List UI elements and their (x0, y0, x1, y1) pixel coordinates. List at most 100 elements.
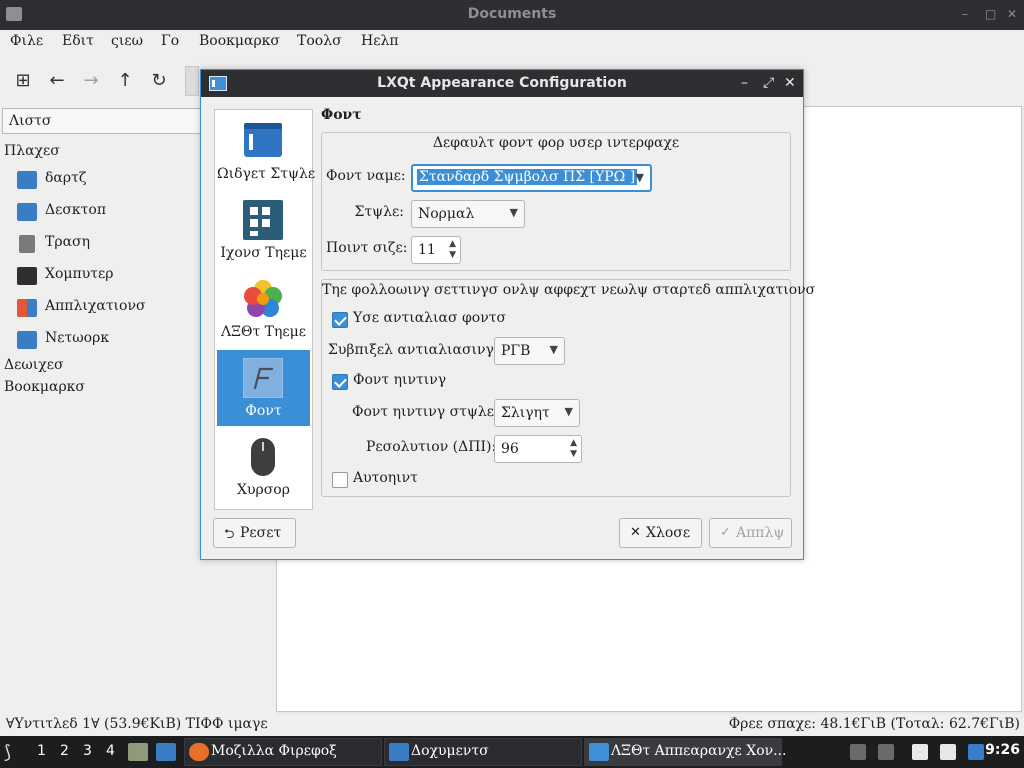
task-documents[interactable]: Δοχυμεντσ (384, 738, 582, 766)
menu-edit[interactable]: Εδιτ (62, 33, 94, 49)
hinting-label: Φοντ ηιντινγ (353, 372, 447, 388)
show-desktop-icon[interactable] (128, 743, 148, 761)
minimize-icon[interactable]: – (962, 8, 972, 20)
menu-file[interactable]: Φιλε (10, 33, 43, 49)
page-title: Φοντ (321, 107, 362, 123)
file-manager-titlebar: Documents – □ ✕ (0, 0, 1024, 30)
dialog-title: LXQt Appearance Configuration (377, 75, 627, 91)
hinting-checkbox[interactable] (332, 374, 348, 390)
nav-label: Ιχονσ Τηεμε (220, 245, 307, 261)
close-icon[interactable]: ✕ (1007, 8, 1017, 20)
antialias-label: Υσε αντιαλιασ φοντσ (353, 310, 507, 326)
reload-icon[interactable]: ↻ (148, 70, 170, 92)
task-label: ΛΞΘτ Αππεαρανχε Χον... (611, 743, 787, 759)
close-icon[interactable]: ✕ (784, 75, 796, 91)
volume-icon[interactable] (878, 744, 894, 760)
subpixel-label: Συβπιξελ αντιαλιασινγ: (328, 342, 499, 358)
group-title: Τηε φολλοωινγ σεττινγσ ονλψ αφφεχτ νεωλψ… (322, 282, 816, 298)
font-name-select[interactable]: Στανδαρδ Σψμβολσ ΠΣ [ΥΡΩ ] ▼ (411, 164, 652, 192)
minimize-icon[interactable]: – (741, 75, 748, 91)
antialias-checkbox[interactable] (332, 312, 348, 328)
taskbar: ⟆ 1 2 3 4 Μοζιλλα Φιρεφοξ Δοχυμεντσ ΛΞΘτ… (0, 736, 1024, 768)
close-icon: ✕ (630, 525, 641, 540)
nav-label: Χυρσορ (237, 482, 290, 498)
view-mode-toggle[interactable] (185, 66, 199, 96)
nav-cursor[interactable]: Χυρσορ (217, 429, 310, 505)
up-arrow-icon[interactable]: ↑ (114, 70, 136, 92)
font-style-select[interactable]: Νορμαλ ▼ (411, 200, 525, 228)
point-size-spinbox[interactable]: 11 ▲ ▼ (411, 236, 461, 264)
desktop-2[interactable]: 2 (60, 743, 69, 759)
desktop-3[interactable]: 3 (83, 743, 92, 759)
back-arrow-icon[interactable]: ← (46, 70, 68, 92)
desktop-1[interactable]: 1 (37, 743, 46, 759)
nav-label: Φοντ (245, 403, 282, 419)
nav-widget-style[interactable]: Ωιδγετ Στψλε (217, 113, 316, 189)
devices-header: Δεωιχεσ (4, 357, 64, 373)
folder-icon (389, 743, 409, 761)
place-label: Τραση (45, 234, 90, 250)
subpixel-select[interactable]: ΡΓΒ ▼ (494, 337, 565, 365)
nav-icons-theme[interactable]: Ιχονσ Τηεμε (217, 192, 310, 268)
status-free-space: Φρεε σπαχε: 48.1€ΓιΒ (Τοταλ: 62.7€ΓιΒ) (728, 716, 1020, 732)
spin-up-icon[interactable]: ▲ (449, 239, 456, 249)
font-name-label: Φοντ ναμε: (326, 168, 406, 184)
spin-up-icon[interactable]: ▲ (570, 438, 577, 448)
autohint-checkbox[interactable] (332, 472, 348, 488)
task-firefox[interactable]: Μοζιλλα Φιρεφοξ (184, 738, 382, 766)
place-label: Δεσκτοπ (45, 202, 107, 218)
side-pane-mode-select[interactable]: Λιστσ (2, 108, 208, 134)
notification-icon[interactable] (940, 744, 956, 760)
place-label: Χομπυτερ (45, 266, 114, 282)
update-tray-icon[interactable] (968, 744, 984, 760)
applications-icon (17, 299, 37, 317)
clock[interactable]: 9:26 (985, 742, 1020, 758)
forward-arrow-icon[interactable]: → (80, 70, 102, 92)
menu-help[interactable]: Ηελπ (361, 33, 399, 49)
nav-label: ΛΞΘτ Τηεμε (221, 324, 306, 340)
widget-style-icon (244, 123, 282, 157)
resolution-spinbox[interactable]: 96 ▲ ▼ (494, 435, 582, 463)
start-menu-icon[interactable]: ⟆ (4, 742, 11, 763)
home-folder-icon (17, 171, 37, 189)
firefox-icon (189, 743, 209, 761)
window-title: Documents (467, 6, 557, 22)
apply-button[interactable]: ✓ Αππλψ (709, 518, 792, 548)
spin-down-icon[interactable]: ▼ (570, 449, 577, 459)
reset-button[interactable]: ⮌ Ρεσετ (213, 518, 296, 548)
status-selection: ∀Υντιτλεδ 1∀ (53.9€ΚιΒ) ΤΙΦΦ ιμαγε (6, 716, 268, 732)
menu-view[interactable]: ςιεω (111, 33, 143, 49)
check-icon: ✓ (720, 525, 731, 540)
menu-bookmarks[interactable]: Βοοκμαρκσ (199, 33, 280, 49)
close-button[interactable]: ✕ Χλοσε (619, 518, 702, 548)
desktop-4[interactable]: 4 (106, 743, 115, 759)
task-appearance[interactable]: ΛΞΘτ Αππεαρανχε Χον... (584, 738, 787, 766)
notes-tray-icon[interactable] (912, 744, 928, 760)
task-label: Μοζιλλα Φιρεφοξ (211, 743, 337, 759)
appearance-icon (589, 743, 609, 761)
nav-lxqt-theme[interactable]: ΛΞΘτ Τηεμε (217, 271, 310, 347)
maximize-icon[interactable]: ⤢ (763, 75, 774, 91)
network-icon (17, 331, 37, 349)
menu-go[interactable]: Γο (161, 33, 179, 49)
cursor-icon (251, 438, 275, 476)
spin-down-icon[interactable]: ▼ (449, 250, 456, 260)
desktop-icon (17, 203, 37, 221)
dialog-titlebar[interactable]: LXQt Appearance Configuration – ⤢ ✕ (201, 70, 803, 97)
nav-font[interactable]: Φοντ (217, 350, 310, 426)
nav-label: Ωιδγετ Στψλε (217, 166, 316, 182)
computer-icon (17, 267, 37, 285)
new-tab-icon[interactable]: ⊞ (12, 70, 34, 92)
status-bar: ∀Υντιτλεδ 1∀ (53.9€ΚιΒ) ΤΙΦΦ ιμαγε Φρεε … (0, 714, 1024, 736)
style-label: Στψλε: (354, 204, 404, 220)
clipboard-tray-icon[interactable] (850, 744, 866, 760)
hint-style-label: Φοντ ηιντινγ στψλε: (352, 404, 499, 420)
hint-style-select[interactable]: Σλιγητ ▼ (494, 399, 580, 427)
autohint-label: Αυτοηιντ (353, 470, 418, 486)
menu-tools[interactable]: Τοολσ (297, 33, 342, 49)
file-manager-launcher-icon[interactable] (156, 743, 176, 761)
maximize-icon[interactable]: □ (985, 8, 996, 20)
menubar: Φιλε Εδιτ ςιεω Γο Βοοκμαρκσ Τοολσ Ηελπ (0, 30, 1024, 56)
task-label: Δοχυμεντσ (411, 743, 489, 759)
chevron-down-icon: ▼ (635, 171, 644, 184)
